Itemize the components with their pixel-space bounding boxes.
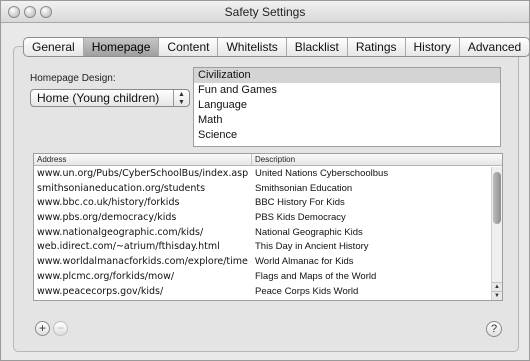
- address-cell: web.idirect.com/~atrium/fthisday.html: [37, 241, 220, 253]
- column-header-address[interactable]: Address: [34, 154, 252, 166]
- scroll-up-arrow-icon[interactable]: ▲: [492, 282, 502, 291]
- address-cell: www.plcmc.org/forkids/mow/: [37, 270, 175, 282]
- tab-ratings[interactable]: Ratings: [348, 38, 406, 56]
- table-row[interactable]: web.idirect.com/~atrium/fthisday.html Th…: [34, 240, 490, 255]
- column-header-description[interactable]: Description: [252, 154, 492, 166]
- table-rows: www.un.org/Pubs/CyberSchoolBus/index.asp…: [34, 167, 490, 300]
- table-row[interactable]: www.bbc.co.uk/history/forkids BBC Histor…: [34, 196, 490, 211]
- scroll-down-arrow-icon[interactable]: ▼: [492, 291, 502, 300]
- title-bar[interactable]: Safety Settings: [1, 1, 529, 23]
- table-row[interactable]: www.pbs.org/democracy/kids PBS Kids Demo…: [34, 211, 490, 226]
- remove-site-button[interactable]: −: [53, 321, 68, 336]
- category-item-fun-and-games[interactable]: Fun and Games: [194, 83, 500, 98]
- description-cell: Smithsonian Education: [255, 182, 353, 194]
- description-cell: World Almanac for Kids: [255, 256, 354, 268]
- popup-arrows-icon: ▲ ▼: [173, 90, 189, 106]
- address-cell: smithsonianeducation.org/students: [37, 182, 206, 194]
- table-row[interactable]: www.un.org/Pubs/CyberSchoolBus/index.asp…: [34, 167, 490, 182]
- tab-homepage[interactable]: Homepage: [83, 38, 160, 56]
- tab-history[interactable]: History: [406, 38, 460, 56]
- window-title: Safety Settings: [224, 5, 306, 19]
- description-cell: National Geographic Kids: [255, 226, 363, 238]
- table-scrollbar[interactable]: ▲ ▼: [491, 167, 502, 300]
- tab-advanced[interactable]: Advanced: [460, 38, 529, 56]
- table-row[interactable]: smithsonianeducation.org/students Smiths…: [34, 182, 490, 197]
- table-header: Address Description: [34, 154, 502, 166]
- address-cell: www.bbc.co.uk/history/forkids: [37, 197, 180, 209]
- homepage-design-label: Homepage Design:: [30, 73, 116, 84]
- tab-bar: General Homepage Content Whitelists Blac…: [23, 37, 529, 57]
- address-cell: www.un.org/Pubs/CyberSchoolBus/index.asp: [37, 168, 249, 179]
- website-table: Address Description www.un.org/Pubs/Cybe…: [33, 153, 503, 301]
- tab-general[interactable]: General: [24, 38, 84, 56]
- table-row[interactable]: www.worldalmanacforkids.com/explore/time…: [34, 255, 490, 270]
- category-item-civilization[interactable]: Civilization: [194, 68, 500, 83]
- category-item-language[interactable]: Language: [194, 98, 500, 113]
- scrollbar-thumb[interactable]: [493, 172, 501, 224]
- address-cell: www.peacecorps.gov/kids/: [37, 285, 164, 297]
- safety-settings-window: Safety Settings General Homepage Content…: [0, 0, 530, 361]
- category-list: Civilization Fun and Games Language Math…: [193, 67, 501, 147]
- tab-blacklist[interactable]: Blacklist: [287, 38, 348, 56]
- description-cell: United Nations Cyberschoolbus: [255, 168, 389, 179]
- table-row[interactable]: www.peacecorps.gov/kids/ Peace Corps Kid…: [34, 285, 490, 300]
- description-cell: BBC History For Kids: [255, 197, 345, 209]
- description-cell: Flags and Maps of the World: [255, 270, 377, 282]
- table-row[interactable]: www.plcmc.org/forkids/mow/ Flags and Map…: [34, 270, 490, 285]
- description-cell: PBS Kids Democracy: [255, 212, 346, 224]
- address-cell: www.nationalgeographic.com/kids/: [37, 226, 204, 238]
- table-row[interactable]: www.nationalgeographic.com/kids/ Nationa…: [34, 226, 490, 241]
- add-site-button[interactable]: +: [35, 321, 50, 336]
- tab-content[interactable]: Content: [159, 38, 219, 56]
- category-item-math[interactable]: Math: [194, 113, 500, 128]
- address-cell: www.pbs.org/democracy/kids: [37, 212, 177, 224]
- description-cell: Peace Corps Kids World: [255, 285, 359, 297]
- address-cell: www.worldalmanacforkids.com/explore/time: [37, 256, 248, 268]
- description-cell: This Day in Ancient History: [255, 241, 369, 253]
- category-item-science[interactable]: Science: [194, 128, 500, 143]
- help-button[interactable]: ?: [486, 321, 502, 337]
- homepage-design-value: Home (Young children): [37, 91, 160, 105]
- tab-whitelists[interactable]: Whitelists: [218, 38, 287, 56]
- homepage-design-select[interactable]: Home (Young children) ▲ ▼: [30, 89, 190, 107]
